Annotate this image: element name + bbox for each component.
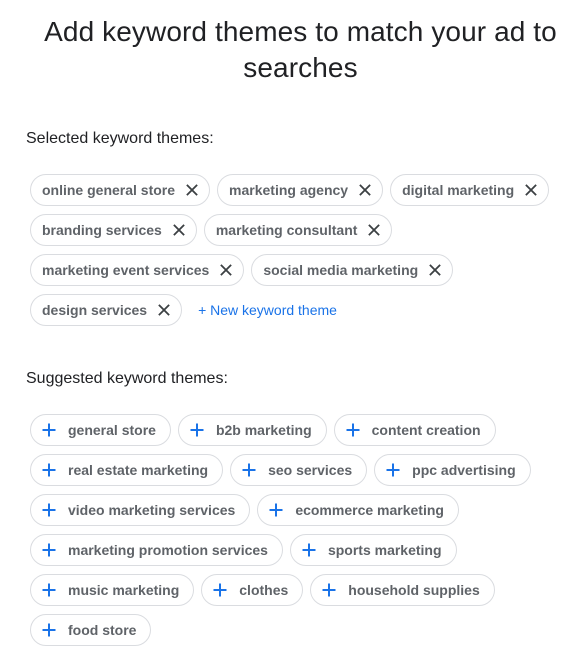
- suggested-theme-label: music marketing: [68, 582, 180, 598]
- suggested-theme-label: marketing promotion services: [68, 542, 268, 558]
- plus-icon: [320, 581, 338, 599]
- selected-theme-label: digital marketing: [402, 182, 515, 198]
- suggested-theme-label: real estate marketing: [68, 462, 209, 478]
- plus-icon: [344, 421, 362, 439]
- suggested-theme-label: household supplies: [348, 582, 480, 598]
- suggested-theme-chip[interactable]: ecommerce marketing: [257, 494, 459, 526]
- selected-theme-chip: marketing agency: [217, 174, 384, 206]
- suggested-theme-chip[interactable]: content creation: [333, 414, 496, 446]
- plus-icon: [384, 461, 402, 479]
- selected-theme-chip: marketing event services: [30, 254, 245, 286]
- close-icon[interactable]: [157, 303, 171, 317]
- close-icon[interactable]: [185, 183, 199, 197]
- selected-theme-chip: marketing consultant: [203, 214, 393, 246]
- close-icon[interactable]: [428, 263, 442, 277]
- suggested-theme-chip[interactable]: household supplies: [310, 574, 495, 606]
- plus-icon: [300, 541, 318, 559]
- suggested-theme-chip[interactable]: seo services: [230, 454, 368, 486]
- selected-theme-chip: social media marketing: [251, 254, 454, 286]
- close-icon[interactable]: [367, 223, 381, 237]
- plus-icon: [40, 421, 58, 439]
- selected-theme-label: online general store: [42, 182, 176, 198]
- suggested-theme-chip[interactable]: clothes: [201, 574, 304, 606]
- selected-theme-chip: design services: [30, 294, 183, 326]
- suggested-theme-label: clothes: [239, 582, 289, 598]
- page-title: Add keyword themes to match your ad to s…: [44, 16, 557, 83]
- suggested-theme-label: content creation: [371, 422, 481, 438]
- suggested-theme-label: sports marketing: [327, 542, 442, 558]
- suggested-theme-chip[interactable]: video marketing services: [30, 494, 251, 526]
- close-icon[interactable]: [358, 183, 372, 197]
- suggested-theme-chip[interactable]: real estate marketing: [30, 454, 224, 486]
- close-icon[interactable]: [219, 263, 233, 277]
- suggested-theme-label: video marketing services: [68, 502, 236, 518]
- plus-icon: [40, 461, 58, 479]
- selected-theme-label: marketing consultant: [215, 222, 358, 238]
- selected-theme-label: branding services: [42, 222, 162, 238]
- suggested-theme-chip[interactable]: marketing promotion services: [30, 534, 283, 566]
- selected-themes-list: online general store marketing agency digi…: [30, 174, 575, 326]
- plus-icon: [267, 501, 285, 519]
- selected-theme-label: marketing agency: [229, 182, 349, 198]
- selected-themes-heading: Selected keyword themes:: [26, 130, 214, 147]
- plus-icon: [211, 581, 229, 599]
- plus-icon: [40, 621, 58, 639]
- close-icon[interactable]: [524, 183, 538, 197]
- suggested-themes-heading: Suggested keyword themes:: [26, 370, 228, 387]
- new-keyword-theme-link[interactable]: + New keyword theme: [198, 294, 337, 326]
- suggested-themes-list: general store b2b marketing content creati…: [30, 414, 575, 646]
- plus-icon: [40, 541, 58, 559]
- suggested-theme-chip[interactable]: ppc advertising: [374, 454, 531, 486]
- suggested-theme-chip[interactable]: sports marketing: [289, 534, 457, 566]
- close-icon[interactable]: [172, 223, 186, 237]
- selected-theme-chip: branding services: [30, 214, 197, 246]
- suggested-theme-label: seo services: [268, 462, 353, 478]
- suggested-theme-chip[interactable]: music marketing: [30, 574, 195, 606]
- suggested-theme-chip[interactable]: food store: [30, 614, 152, 646]
- suggested-theme-label: general store: [68, 422, 156, 438]
- selected-theme-label: design services: [42, 302, 148, 318]
- plus-icon: [40, 581, 58, 599]
- suggested-theme-label: food store: [68, 622, 137, 638]
- plus-icon: [40, 501, 58, 519]
- plus-icon: [240, 461, 258, 479]
- suggested-theme-label: ecommerce marketing: [295, 502, 444, 518]
- suggested-theme-chip[interactable]: general store: [30, 414, 171, 446]
- suggested-theme-label: ppc advertising: [412, 462, 516, 478]
- selected-theme-label: social media marketing: [263, 262, 419, 278]
- selected-theme-chip: online general store: [30, 174, 211, 206]
- selected-theme-label: marketing event services: [42, 262, 210, 278]
- suggested-theme-label: b2b marketing: [215, 422, 312, 438]
- plus-icon: [188, 421, 206, 439]
- selected-theme-chip: digital marketing: [390, 174, 550, 206]
- suggested-theme-chip[interactable]: b2b marketing: [177, 414, 327, 446]
